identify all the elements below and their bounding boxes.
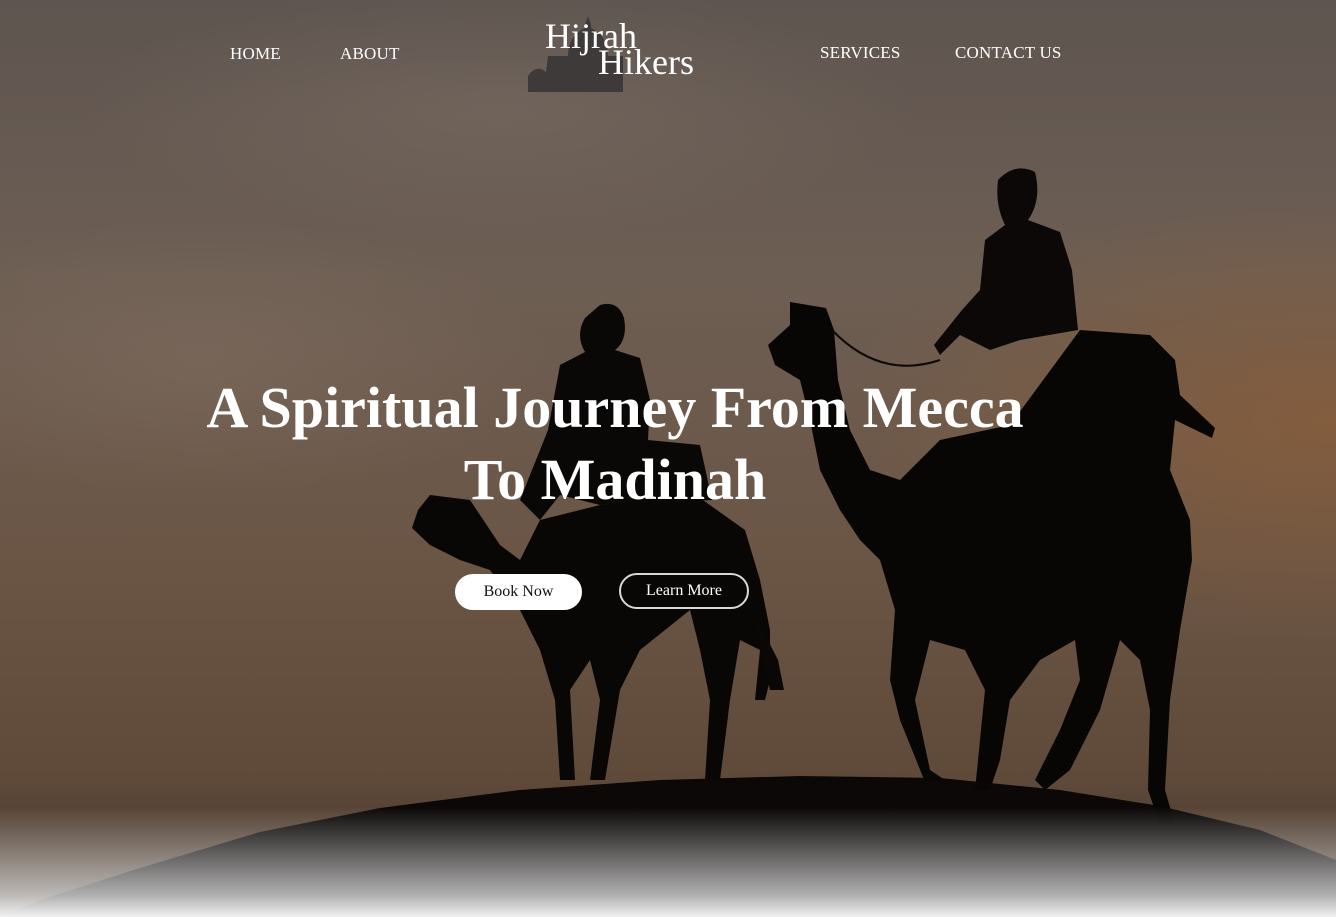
book-now-button[interactable]: Book Now [455,574,582,610]
site-logo[interactable]: Hijrah Hikers [528,16,708,96]
nav-services-link[interactable]: SERVICES [820,43,901,63]
hero-headline-line1: A Spiritual Journey From Mecca [206,375,1024,440]
nav-home-link[interactable]: HOME [230,44,281,64]
nav-contact-link[interactable]: CONTACT US [955,43,1062,63]
hero-headline: A Spiritual Journey From Mecca To Madina… [170,372,1060,516]
learn-more-button[interactable]: Learn More [619,573,749,609]
logo-text-line2: Hikers [598,42,694,82]
hero-headline-line2: To Madinah [463,447,767,512]
bottom-fade [0,807,1336,917]
nav-about-link[interactable]: ABOUT [340,44,400,64]
